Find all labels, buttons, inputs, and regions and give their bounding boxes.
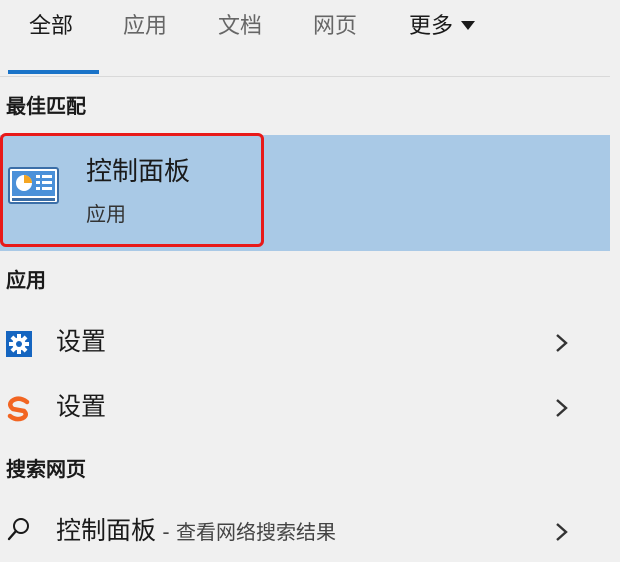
active-tab-indicator (8, 70, 99, 74)
search-icon (7, 518, 29, 541)
best-match-subtitle: 应用 (86, 202, 126, 226)
chevron-right-icon (556, 334, 568, 352)
app-result-label: 设置 (56, 392, 107, 421)
web-search-suffix: - 查看网络搜索结果 (156, 520, 336, 544)
app-result-sogou-settings[interactable]: 设置 (0, 378, 610, 438)
app-result-label: 设置 (56, 327, 107, 356)
filter-tabs: 全部 应用 文档 网页 更多 (0, 0, 610, 77)
tab-more[interactable]: 更多 (409, 12, 476, 42)
tab-all[interactable]: 全部 (29, 12, 73, 42)
web-search-query: 控制面板 (56, 516, 157, 545)
app-result-settings[interactable]: 设置 (0, 313, 610, 373)
best-match-item[interactable] (0, 135, 610, 251)
tab-documents[interactable]: 文档 (218, 12, 262, 42)
sogou-icon (7, 396, 30, 422)
web-search-result[interactable]: 控制面板 - 查看网络搜索结果 (0, 502, 610, 562)
section-web-search: 搜索网页 (6, 457, 86, 481)
control-panel-icon (8, 167, 59, 204)
tab-apps[interactable]: 应用 (123, 12, 167, 42)
tab-more-label: 更多 (409, 14, 454, 39)
best-match-title: 控制面板 (86, 157, 191, 187)
chevron-right-icon (556, 523, 568, 541)
tab-web[interactable]: 网页 (313, 12, 357, 42)
caret-down-icon (461, 20, 476, 30)
web-search-label: 控制面板 - 查看网络搜索结果 (56, 514, 336, 549)
chevron-right-icon (556, 399, 568, 417)
gear-icon (6, 331, 32, 357)
section-apps: 应用 (6, 268, 46, 292)
section-best-match: 最佳匹配 (6, 94, 86, 118)
